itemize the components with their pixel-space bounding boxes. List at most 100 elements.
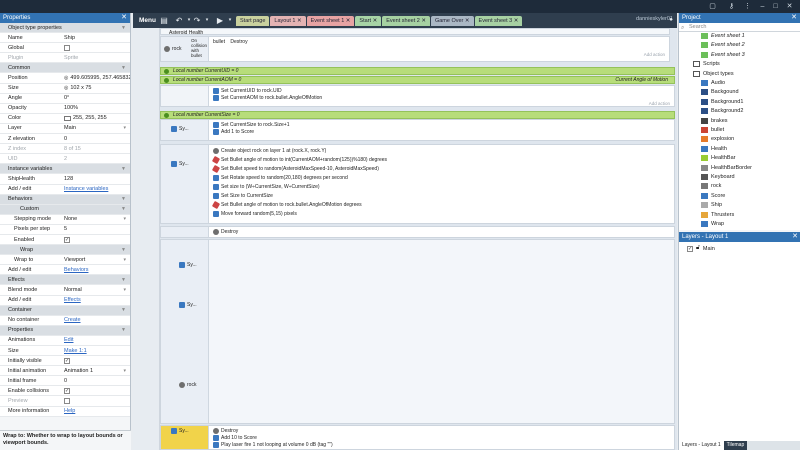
project-item-background2[interactable]: Background2 — [701, 108, 743, 115]
property-value[interactable]: Make 1:1 — [64, 348, 130, 354]
property-row[interactable]: Add / edit Behaviors — [0, 265, 130, 276]
property-row[interactable]: Opacity 100% — [0, 103, 130, 114]
property-checkbox[interactable] — [64, 44, 70, 51]
tab-event-sheet-1[interactable]: Event sheet 1 ✕ — [306, 16, 355, 26]
project-item-audio[interactable]: Audio — [701, 80, 725, 86]
dropdown-icon[interactable]: ▾ — [123, 125, 126, 131]
property-value[interactable]: 0 — [64, 378, 130, 384]
property-section[interactable]: Effects ▼ — [0, 275, 130, 286]
layer-visible-checkbox[interactable]: ✓ — [687, 245, 693, 252]
event-row-set-vars[interactable]: Set CurrentUID to rock.UID Set CurrentAO… — [160, 85, 675, 107]
local-variable-row[interactable]: Local number CurrentAOM = 0 Current Angle… — [160, 76, 675, 84]
property-section[interactable]: Custom ▼ — [0, 204, 130, 215]
property-value[interactable]: Effects — [64, 297, 130, 303]
event-condition[interactable]: Sy... — [161, 145, 209, 223]
property-value[interactable]: 255, 255, 255 — [64, 115, 130, 121]
project-item-ship[interactable]: Ship — [701, 202, 722, 209]
property-value[interactable]: Ship — [64, 35, 130, 41]
action-set-aom[interactable]: Set CurrentAOM to rock.bullet.AngleOfMot… — [213, 95, 322, 101]
event-condition[interactable]: Sy... Sy... rock — [161, 240, 209, 423]
property-row[interactable]: Wrap to Viewport ▾ — [0, 255, 130, 266]
event-row-top[interactable]: Asteroid Health — [160, 28, 670, 36]
property-row[interactable]: Size ◎ 102 x 75 — [0, 83, 130, 94]
project-item-score[interactable]: Score — [701, 192, 725, 199]
tab-event-sheet-3[interactable]: Event sheet 3 ✕ — [474, 16, 523, 26]
redo-icon[interactable]: ↷ — [192, 15, 202, 26]
event-row-collision[interactable]: rock On collision with bullet bullet Des… — [160, 36, 670, 62]
size-icon[interactable]: ◎ — [64, 85, 68, 91]
property-row[interactable]: Z index 8 of 15 — [0, 144, 130, 155]
project-item-keyboard[interactable]: Keyboard — [701, 174, 735, 180]
tab-layout-1[interactable]: Layout 1 ✕ — [270, 16, 306, 26]
event-condition[interactable] — [161, 86, 209, 106]
layer-item[interactable]: ✓ 🔓︎ Main — [687, 245, 715, 252]
project-item-healthbar[interactable]: HealthBar — [701, 155, 735, 162]
property-row[interactable]: Layer Main ▾ — [0, 123, 130, 135]
action-create-rock-2[interactable]: Set Bullet angle of motion to int(Curren… — [211, 155, 387, 165]
property-row[interactable]: Initial animation Animation 1 ▾ — [0, 366, 130, 377]
local-variable-row[interactable]: Local number CurrentUID = 0 — [160, 67, 675, 75]
action-add-score[interactable]: Add 1 to Score — [213, 129, 254, 135]
project-item-event-sheet-2[interactable]: Event sheet 2 — [701, 42, 745, 49]
property-row[interactable]: Position ◎ 499.605995, 257.465832 — [0, 73, 130, 84]
property-row[interactable]: Enable collisions ✓ — [0, 386, 130, 397]
property-section[interactable]: Properties ▼ — [0, 325, 130, 336]
action-create-rock-4[interactable]: Set Rotate speed to random(20,180) degre… — [213, 175, 348, 181]
property-row[interactable]: ShipHealth 128 — [0, 174, 130, 185]
property-value[interactable]: Instance variables — [64, 186, 130, 192]
property-row[interactable]: Name Ship — [0, 33, 130, 44]
project-item-wrap[interactable]: Wrap — [701, 221, 724, 227]
property-value[interactable]: 0 — [64, 136, 130, 142]
property-row[interactable]: Z elevation 0 — [0, 134, 130, 145]
dropdown-icon[interactable]: ▾ — [123, 368, 126, 374]
action-create-rock-6[interactable]: Set Size to CurrentSize — [213, 193, 273, 199]
property-row[interactable]: Blend mode Normal ▾ — [0, 285, 130, 296]
collapse-icon[interactable]: ▼ — [121, 247, 126, 253]
project-item-scripts[interactable]: Scripts — [693, 61, 720, 68]
collapse-icon[interactable]: ▼ — [121, 166, 126, 172]
local-variable-row[interactable]: Local number CurrentSize = 0 — [160, 111, 675, 119]
property-row[interactable]: Preview — [0, 396, 130, 407]
project-item-object-types[interactable]: Object types — [693, 70, 734, 77]
undo-icon[interactable]: ↶ — [174, 15, 184, 26]
property-value[interactable]: ✓ — [64, 357, 130, 364]
property-section[interactable]: Instance variables ▼ — [0, 164, 130, 175]
project-item-rock[interactable]: rock — [701, 183, 721, 190]
property-row[interactable]: UID 2 — [0, 154, 130, 165]
property-value[interactable]: Behaviors — [64, 267, 130, 273]
property-row[interactable]: Pixels per step 5 — [0, 224, 130, 235]
property-row[interactable]: Add / edit Instance variables — [0, 184, 130, 195]
property-value[interactable]: ◎ 499.605995, 257.465832 — [64, 75, 130, 81]
close-properties-icon[interactable]: ✕ — [121, 13, 127, 23]
action-create-rock-7[interactable]: Set Bullet angle of motion to rock.bulle… — [211, 200, 362, 210]
close-project-icon[interactable]: ✕ — [791, 13, 797, 23]
action-play-sound[interactable]: Play laser fire 1 not looping at volume … — [213, 442, 333, 448]
action-add-ten-score[interactable]: Add 10 to Score — [213, 435, 257, 441]
color-swatch[interactable] — [64, 115, 71, 121]
close-tab-icon[interactable]: ✕ — [296, 18, 302, 24]
property-checkbox[interactable]: ✓ — [64, 357, 70, 364]
property-row[interactable]: No container Create — [0, 315, 130, 326]
property-checkbox[interactable]: ✓ — [64, 387, 70, 394]
property-row[interactable]: Animations Edit — [0, 335, 130, 346]
property-value[interactable]: ✓ — [64, 236, 130, 243]
property-value[interactable]: ✓ — [64, 387, 130, 394]
property-row[interactable]: Size Make 1:1 — [0, 346, 130, 357]
property-value[interactable]: 8 of 15 — [64, 146, 130, 152]
tab-layers[interactable]: Layers - Layout 1 — [679, 441, 724, 450]
key-icon[interactable]: ⚷ — [728, 3, 735, 10]
tab-start[interactable]: Start ✕ — [355, 16, 382, 26]
property-section[interactable]: Wrap ▼ — [0, 245, 130, 256]
tab-start-page[interactable]: Start page — [236, 16, 270, 26]
tab-tilemap[interactable]: Tilemap — [723, 441, 748, 450]
save-icon[interactable]: ▤ — [159, 15, 169, 26]
action-create-rock-5[interactable]: Set size to (W÷CurrentSize, W÷CurrentSiz… — [213, 184, 320, 190]
property-row[interactable]: Plugin Sprite — [0, 53, 130, 64]
property-value[interactable]: Viewport ▾ — [64, 257, 130, 263]
property-row[interactable]: Initial frame 0 — [0, 376, 130, 387]
property-value[interactable]: None ▾ — [64, 216, 130, 222]
property-value[interactable]: 5 — [64, 226, 130, 232]
event-condition[interactable]: Sy... — [161, 120, 209, 140]
event-row-group[interactable]: Sy... Sy... rock — [160, 239, 675, 424]
property-row[interactable]: Initially visible ✓ — [0, 356, 130, 367]
